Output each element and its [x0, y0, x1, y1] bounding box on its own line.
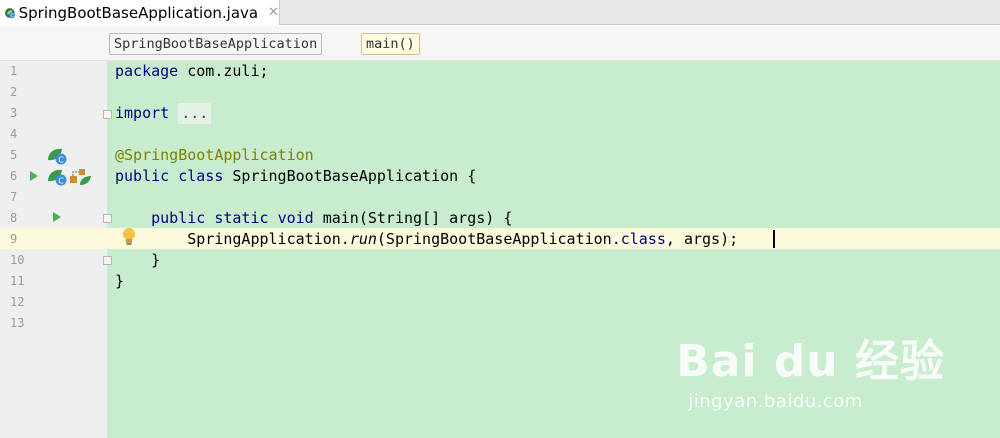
watermark: Bai du 经验 jingyan.baidu.com [676, 325, 945, 412]
breadcrumb-method[interactable]: main() [361, 33, 420, 55]
line-number: 13 [10, 316, 25, 330]
line-number: 4 [10, 127, 18, 141]
code-text: main(String[] args) { [313, 209, 513, 227]
spring-bean-icon[interactable]: C [46, 167, 68, 187]
code-line-1: package com.zuli; [115, 61, 269, 82]
line-number: 5 [10, 148, 18, 162]
svg-text:C: C [58, 155, 64, 164]
keyword: static [214, 209, 269, 227]
line-number: 11 [10, 274, 25, 288]
editor-tab[interactable]: C SpringBootBaseApplication.java ✕ [0, 0, 280, 25]
keyword: public [115, 167, 170, 185]
keyword: void [277, 209, 314, 227]
code-line-11: } [115, 251, 161, 269]
tab-filename: SpringBootBaseApplication.java [18, 3, 259, 22]
svg-text:C: C [10, 13, 13, 19]
run-icon[interactable] [52, 211, 62, 223]
line-number: 2 [10, 85, 18, 99]
run-icon[interactable] [29, 170, 39, 182]
line-number: 9 [10, 232, 18, 246]
line-number: 3 [10, 106, 18, 120]
code-line-10: SpringApplication.run(SpringBootBaseAppl… [115, 229, 738, 250]
method-call: run [349, 230, 377, 248]
svg-text:C: C [58, 176, 64, 185]
code-text: (SpringBootBaseApplication. [376, 230, 621, 248]
spring-config-icon[interactable] [69, 167, 93, 187]
watermark-logo: Bai du 经验 [676, 336, 945, 387]
spring-java-file-icon: C [4, 7, 15, 19]
line-number: 1 [10, 64, 18, 78]
keyword: class [178, 167, 224, 185]
code-line-12: } [115, 272, 125, 290]
watermark-url: jingyan.baidu.com [688, 391, 863, 412]
code-line-9: public static void main(String[] args) { [115, 208, 512, 229]
fold-end-icon[interactable] [103, 256, 112, 265]
close-icon[interactable]: ✕ [268, 5, 279, 20]
editor-tab-bar: C SpringBootBaseApplication.java ✕ [0, 0, 1000, 25]
code-text: SpringApplication. [115, 230, 350, 248]
breadcrumb-class[interactable]: SpringBootBaseApplication [109, 33, 323, 55]
line-number: 8 [10, 211, 18, 225]
line-number: 6 [10, 169, 18, 183]
keyword: import [115, 104, 170, 122]
line-number: 7 [10, 190, 18, 204]
breadcrumb: SpringBootBaseApplication main() [0, 26, 1000, 61]
spring-bean-icon[interactable]: C [46, 146, 68, 166]
line-number: 10 [10, 253, 25, 267]
code-text: SpringBootBaseApplication { [223, 167, 477, 185]
code-text: com.zuli; [178, 62, 269, 80]
code-line-6: @SpringBootApplication [115, 145, 314, 166]
keyword: class [620, 230, 666, 248]
annotation: @SpringBootApplication [115, 146, 314, 164]
line-number: 12 [10, 295, 25, 309]
code-line-7: public class SpringBootBaseApplication { [115, 166, 476, 187]
folded-imports[interactable]: ... [178, 103, 212, 124]
fold-expand-icon[interactable] [103, 110, 112, 119]
code-text: , args); [665, 230, 739, 248]
keyword: public [151, 209, 206, 227]
text-cursor [773, 230, 775, 248]
keyword: package [115, 62, 179, 80]
fold-collapse-icon[interactable] [103, 214, 112, 223]
code-line-3: import ... [115, 103, 212, 124]
